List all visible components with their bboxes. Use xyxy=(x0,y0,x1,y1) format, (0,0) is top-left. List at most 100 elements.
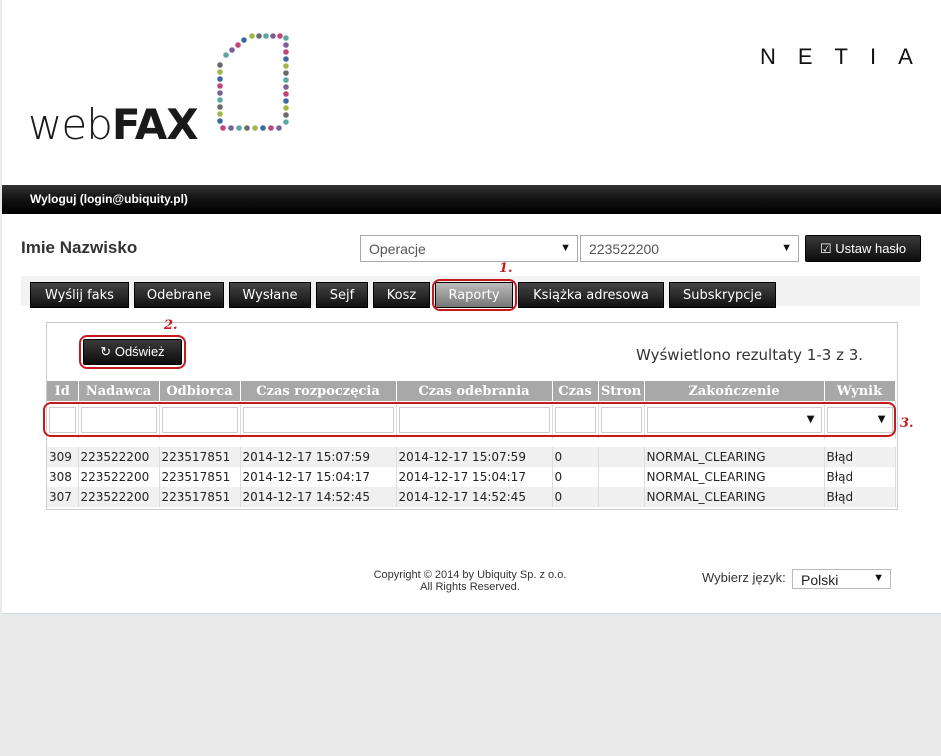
logo-dot xyxy=(283,42,289,48)
column-header-termination[interactable]: Zakończenie xyxy=(644,381,825,401)
cell-id: 307 xyxy=(47,487,79,507)
table-row[interactable]: 309 223522200 223517851 2014-12-17 15:07… xyxy=(47,447,896,467)
logout-link[interactable]: Wyloguj (login@ubiquity.pl) xyxy=(30,192,188,206)
tab-label: Sejf xyxy=(329,288,355,303)
operation-select[interactable]: Operacje ▼ xyxy=(360,235,578,262)
edit-icon: ☑ xyxy=(819,241,832,256)
cell-start-time: 2014-12-17 15:04:17 xyxy=(240,467,397,487)
cell-result: Błąd xyxy=(824,447,896,467)
annotation-number-2: 2. xyxy=(164,318,178,333)
logo-dot xyxy=(283,105,289,111)
cell-sender: 223522200 xyxy=(78,467,160,487)
logo-text-light: web xyxy=(28,100,113,149)
cell-sender: 223522200 xyxy=(78,447,160,467)
cell-recipient: 223517851 xyxy=(159,467,241,487)
cell-pages xyxy=(598,487,645,507)
set-password-button[interactable]: ☑ Ustaw hasło xyxy=(805,235,921,262)
column-header-id[interactable]: Id xyxy=(47,381,79,401)
tab-sent[interactable]: Wysłane xyxy=(229,282,311,308)
cell-duration: 0 xyxy=(552,447,599,467)
logo-dot xyxy=(220,125,226,131)
operation-select-value: Operacje xyxy=(369,241,426,257)
column-header-pages[interactable]: Stron xyxy=(598,381,645,401)
cell-sender: 223522200 xyxy=(78,487,160,507)
cell-id: 308 xyxy=(47,467,79,487)
column-header-duration[interactable]: Czas xyxy=(552,381,599,401)
logo-dot xyxy=(276,125,282,131)
logo-dot xyxy=(283,84,289,90)
results-count: Wyświetlono rezultaty 1-3 z 3. xyxy=(636,346,864,364)
annotation-number-3: 3. xyxy=(900,416,914,431)
language-select[interactable]: Polski ▼ xyxy=(792,569,891,589)
logo-dot xyxy=(252,125,258,131)
logo-dot xyxy=(283,119,289,125)
logo-dot xyxy=(260,125,266,131)
logo-dot xyxy=(283,70,289,76)
copyright-line-2: All Rights Reserved. xyxy=(420,581,520,593)
annotation-highlight-refresh xyxy=(79,335,186,369)
language-label: Wybierz język: xyxy=(702,570,786,585)
logo-dot xyxy=(256,33,262,39)
cell-recipient: 223517851 xyxy=(159,447,241,467)
logo-dot xyxy=(217,76,223,82)
column-header-receive-time[interactable]: Czas odebrania xyxy=(396,381,553,401)
cell-receive-time: 2014-12-17 15:07:59 xyxy=(396,447,553,467)
logo-dot xyxy=(283,98,289,104)
logo-dot xyxy=(217,97,223,103)
tab-label: Odebrane xyxy=(146,288,212,303)
logo-dot xyxy=(283,56,289,62)
logo-dot xyxy=(217,118,223,124)
tab-trash[interactable]: Kosz xyxy=(373,282,430,308)
tab-safe[interactable]: Sejf xyxy=(316,282,368,308)
copyright-line-1: Copyright © 2014 by Ubiquity Sp. z o.o. xyxy=(373,569,567,581)
number-select[interactable]: 223522200 ▼ xyxy=(580,235,799,262)
column-header-sender[interactable]: Nadawca xyxy=(78,381,160,401)
netia-brand: NETIA xyxy=(760,44,935,69)
cell-result: Błąd xyxy=(824,467,896,487)
webfax-logo-dots xyxy=(217,33,289,131)
chevron-down-icon: ▼ xyxy=(781,242,792,254)
user-name: Imie Nazwisko xyxy=(21,238,138,257)
cell-termination: NORMAL_CLEARING xyxy=(644,467,825,487)
cell-start-time: 2014-12-17 14:52:45 xyxy=(240,487,397,507)
logo-dot xyxy=(283,91,289,97)
chevron-down-icon: ▼ xyxy=(560,242,571,254)
column-header-start-time[interactable]: Czas rozpoczęcia xyxy=(240,381,397,401)
logo-dot xyxy=(229,47,235,53)
chevron-down-icon: ▼ xyxy=(873,572,884,584)
cell-termination: NORMAL_CLEARING xyxy=(644,447,825,467)
logo-dot xyxy=(235,42,241,48)
webfax-logo-text: webFAX xyxy=(28,100,199,149)
tab-label: Wyślij faks xyxy=(45,288,114,303)
logo-text-bold: FAX xyxy=(111,100,199,149)
tab-address-book[interactable]: Książka adresowa xyxy=(518,282,664,308)
table-row[interactable]: 307 223522200 223517851 2014-12-17 14:52… xyxy=(47,487,896,507)
logo-dot xyxy=(283,35,289,41)
logo-dot xyxy=(249,33,255,39)
logo-dot xyxy=(277,33,283,39)
table-header-row: Id Nadawca Odbiorca Czas rozpoczęcia Cza… xyxy=(47,381,896,401)
cell-duration: 0 xyxy=(552,467,599,487)
cell-termination: NORMAL_CLEARING xyxy=(644,487,825,507)
annotation-highlight-filters xyxy=(43,402,896,437)
tab-received[interactable]: Odebrane xyxy=(134,282,224,308)
logo-dot xyxy=(228,125,234,131)
logo-dot xyxy=(217,104,223,110)
logo-dot xyxy=(270,33,276,39)
top-bar: Wyloguj (login@ubiquity.pl) xyxy=(2,185,941,214)
tab-subscriptions[interactable]: Subskrypcje xyxy=(669,282,776,308)
logo-dot xyxy=(223,52,229,58)
logo-dot xyxy=(217,69,223,75)
cell-duration: 0 xyxy=(552,487,599,507)
tab-send-fax[interactable]: Wyślij faks xyxy=(30,282,129,308)
logo-dot xyxy=(283,49,289,55)
column-header-result[interactable]: Wynik xyxy=(824,381,896,401)
cell-pages xyxy=(598,467,645,487)
table-row[interactable]: 308 223522200 223517851 2014-12-17 15:04… xyxy=(47,467,896,487)
logo-dot xyxy=(283,112,289,118)
cell-start-time: 2014-12-17 15:07:59 xyxy=(240,447,397,467)
set-password-label: Ustaw hasło xyxy=(835,241,907,256)
tab-label: Kosz xyxy=(386,288,417,303)
logo-dot xyxy=(263,33,269,39)
column-header-recipient[interactable]: Odbiorca xyxy=(159,381,241,401)
